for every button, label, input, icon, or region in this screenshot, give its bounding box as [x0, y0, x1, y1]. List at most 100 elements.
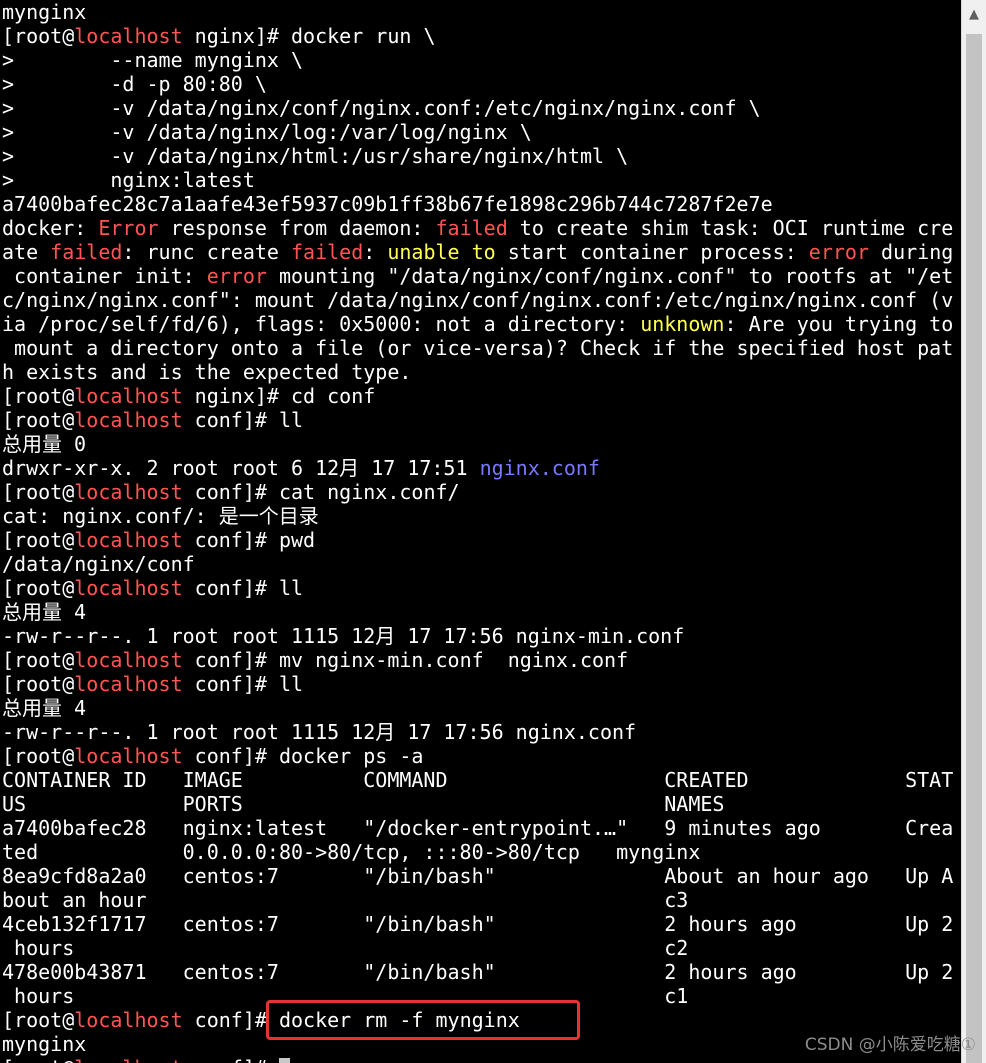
terminal-text: 478e00b43871 centos:7 "/bin/bash" 2 hour…	[2, 960, 954, 984]
terminal-line: hours c2	[0, 936, 962, 960]
terminal-text: -rw-r--r--. 1 root root 1115 12月 17 17:5…	[2, 624, 685, 648]
terminal-line: h exists and is the expected type.	[0, 360, 962, 384]
terminal-text: mounting "/data/nginx/conf/nginx.conf" t…	[266, 264, 954, 288]
terminal-text: mount a directory onto a file (or vice-v…	[2, 336, 954, 360]
terminal-line: [root@localhost nginx]# cd conf	[0, 384, 962, 408]
terminal-text: response from daemon:	[158, 216, 436, 240]
terminal-text: conf]# mv nginx-min.conf nginx.conf	[182, 648, 629, 672]
terminal-text: docker:	[2, 216, 99, 240]
terminal-line: mount a directory onto a file (or vice-v…	[0, 336, 962, 360]
terminal-text: 8ea9cfd8a2a0 centos:7 "/bin/bash" About …	[2, 864, 954, 888]
watermark: CSDN @小陈爱吃糖①	[804, 1035, 976, 1055]
terminal-text: h exists and is the expected type.	[2, 360, 412, 384]
text-cursor	[278, 1058, 290, 1063]
terminal-line: > nginx:latest	[0, 168, 962, 192]
terminal-text: conf]# ll	[182, 672, 304, 696]
terminal-line: > --name mynginx \	[0, 48, 962, 72]
terminal-line: ia /proc/self/fd/6), flags: 0x5000: not …	[0, 312, 962, 336]
terminal-text: nginx]# docker run \	[182, 24, 436, 48]
terminal-line: [root@localhost nginx]# docker run \	[0, 24, 962, 48]
terminal-line: docker: Error response from daemon: fail…	[0, 216, 962, 240]
terminal-text: ia /proc/self/fd/6), flags: 0x5000: not …	[2, 312, 641, 336]
terminal-line: > -v /data/nginx/conf/nginx.conf:/etc/ng…	[0, 96, 962, 120]
terminal-text: > nginx:latest	[2, 168, 255, 192]
terminal-text: conf]# ll	[182, 576, 304, 600]
terminal-text: 总用量 4	[2, 600, 87, 624]
terminal-text: failed	[435, 216, 508, 240]
terminal-text: > -v /data/nginx/log:/var/log/nginx \	[2, 120, 532, 144]
terminal-line: drwxr-xr-x. 2 root root 6 12月 17 17:51 n…	[0, 456, 962, 480]
terminal-text: localhost	[74, 648, 183, 672]
terminal-text: during	[869, 240, 954, 264]
terminal-text: conf]# docker ps -a	[182, 744, 424, 768]
terminal-line: [root@localhost conf]# ll	[0, 408, 962, 432]
terminal-text: conf]# cat nginx.conf/	[182, 480, 460, 504]
terminal-text: conf]# docker rm -f mynginx	[182, 1008, 520, 1032]
terminal-text: failed	[50, 240, 123, 264]
terminal-text: cat: nginx.conf/: 是一个目录	[2, 504, 319, 528]
terminal-text: a7400bafec28c7a1aafe43ef5937c09b1ff38b67…	[2, 192, 773, 216]
terminal-line: [root@localhost conf]# ll	[0, 672, 962, 696]
terminal-text: : Are you trying to	[724, 312, 954, 336]
terminal-output[interactable]: mynginx [root@localhost nginx]# docker ru…	[0, 0, 962, 1063]
terminal-text: localhost	[74, 576, 183, 600]
terminal-text: conf]#	[183, 1056, 279, 1063]
terminal-text: failed	[291, 240, 364, 264]
terminal-text: error	[206, 264, 267, 288]
vertical-scrollbar[interactable]: ▲	[961, 0, 986, 1063]
terminal-text: 总用量 0	[2, 432, 87, 456]
terminal-line: a7400bafec28c7a1aafe43ef5937c09b1ff38b67…	[0, 192, 962, 216]
terminal-text: : runc create	[122, 240, 291, 264]
terminal-text: -rw-r--r--. 1 root root 1115 12月 17 17:5…	[2, 720, 637, 744]
terminal-text: hours c2	[2, 936, 689, 960]
terminal-text: localhost	[74, 1056, 182, 1063]
terminal-line: 总用量 4	[0, 600, 962, 624]
terminal-text: ted 0.0.0.0:80->80/tcp, :::80->80/tcp my…	[2, 840, 701, 864]
terminal-text: mynginx	[2, 0, 87, 24]
terminal-text: unknown	[640, 312, 725, 336]
terminal-line: [root@localhost conf]# cat nginx.conf/	[0, 480, 962, 504]
terminal-text: > -v /data/nginx/conf/nginx.conf:/etc/ng…	[2, 96, 761, 120]
terminal-text: US PORTS NAMES	[2, 792, 725, 816]
terminal-text: [root@	[2, 408, 75, 432]
terminal-line: [root@localhost conf]# docker rm -f myng…	[0, 1008, 962, 1032]
terminal-line: -rw-r--r--. 1 root root 1115 12月 17 17:5…	[0, 624, 962, 648]
terminal-text: CONTAINER ID IMAGE COMMAND CREATED STAT	[2, 768, 954, 792]
terminal-text: nginx.conf	[479, 456, 600, 480]
terminal-text: [root@	[2, 1008, 75, 1032]
terminal-line: > -d -p 80:80 \	[0, 72, 962, 96]
terminal-line: 4ceb132f1717 centos:7 "/bin/bash" 2 hour…	[0, 912, 962, 936]
terminal-text: error	[808, 240, 870, 264]
terminal-text: [root@	[2, 24, 75, 48]
terminal-line: ted 0.0.0.0:80->80/tcp, :::80->80/tcp my…	[0, 840, 962, 864]
terminal-line: mynginx	[0, 0, 962, 24]
terminal-text: > -v /data/nginx/html:/usr/share/nginx/h…	[2, 144, 629, 168]
terminal-text: ate	[2, 240, 51, 264]
terminal-text: localhost	[74, 744, 183, 768]
terminal-line: 8ea9cfd8a2a0 centos:7 "/bin/bash" About …	[0, 864, 962, 888]
terminal-line: container init: error mounting "/data/ng…	[0, 264, 962, 288]
terminal-text: localhost	[74, 408, 183, 432]
terminal-text: Error	[98, 216, 159, 240]
terminal-line: US PORTS NAMES	[0, 792, 962, 816]
terminal-line: ate failed: runc create failed: unable t…	[0, 240, 962, 264]
terminal-line: cat: nginx.conf/: 是一个目录	[0, 504, 962, 528]
terminal-text: localhost	[74, 1008, 183, 1032]
terminal-line: 总用量 0	[0, 432, 962, 456]
scrollbar-thumb[interactable]	[966, 34, 982, 1063]
terminal-text: [root@	[2, 384, 75, 408]
terminal-text: localhost	[74, 384, 183, 408]
terminal-line: [root@localhost conf]# pwd	[0, 528, 962, 552]
terminal-text: [root@	[2, 480, 75, 504]
terminal-text: :	[363, 240, 388, 264]
terminal-text: > -d -p 80:80 \	[2, 72, 267, 96]
terminal-text: [root@	[2, 648, 75, 672]
terminal-text: [root@	[2, 672, 75, 696]
terminal-text: conf]# ll	[182, 408, 304, 432]
terminal-text: [root@	[2, 744, 75, 768]
scroll-up-icon[interactable]: ▲	[962, 0, 986, 28]
terminal-line: c/nginx/nginx.conf": mount /data/nginx/c…	[0, 288, 962, 312]
terminal-line: CONTAINER ID IMAGE COMMAND CREATED STAT	[0, 768, 962, 792]
terminal-line: > -v /data/nginx/html:/usr/share/nginx/h…	[0, 144, 962, 168]
terminal-text: container init:	[2, 264, 207, 288]
